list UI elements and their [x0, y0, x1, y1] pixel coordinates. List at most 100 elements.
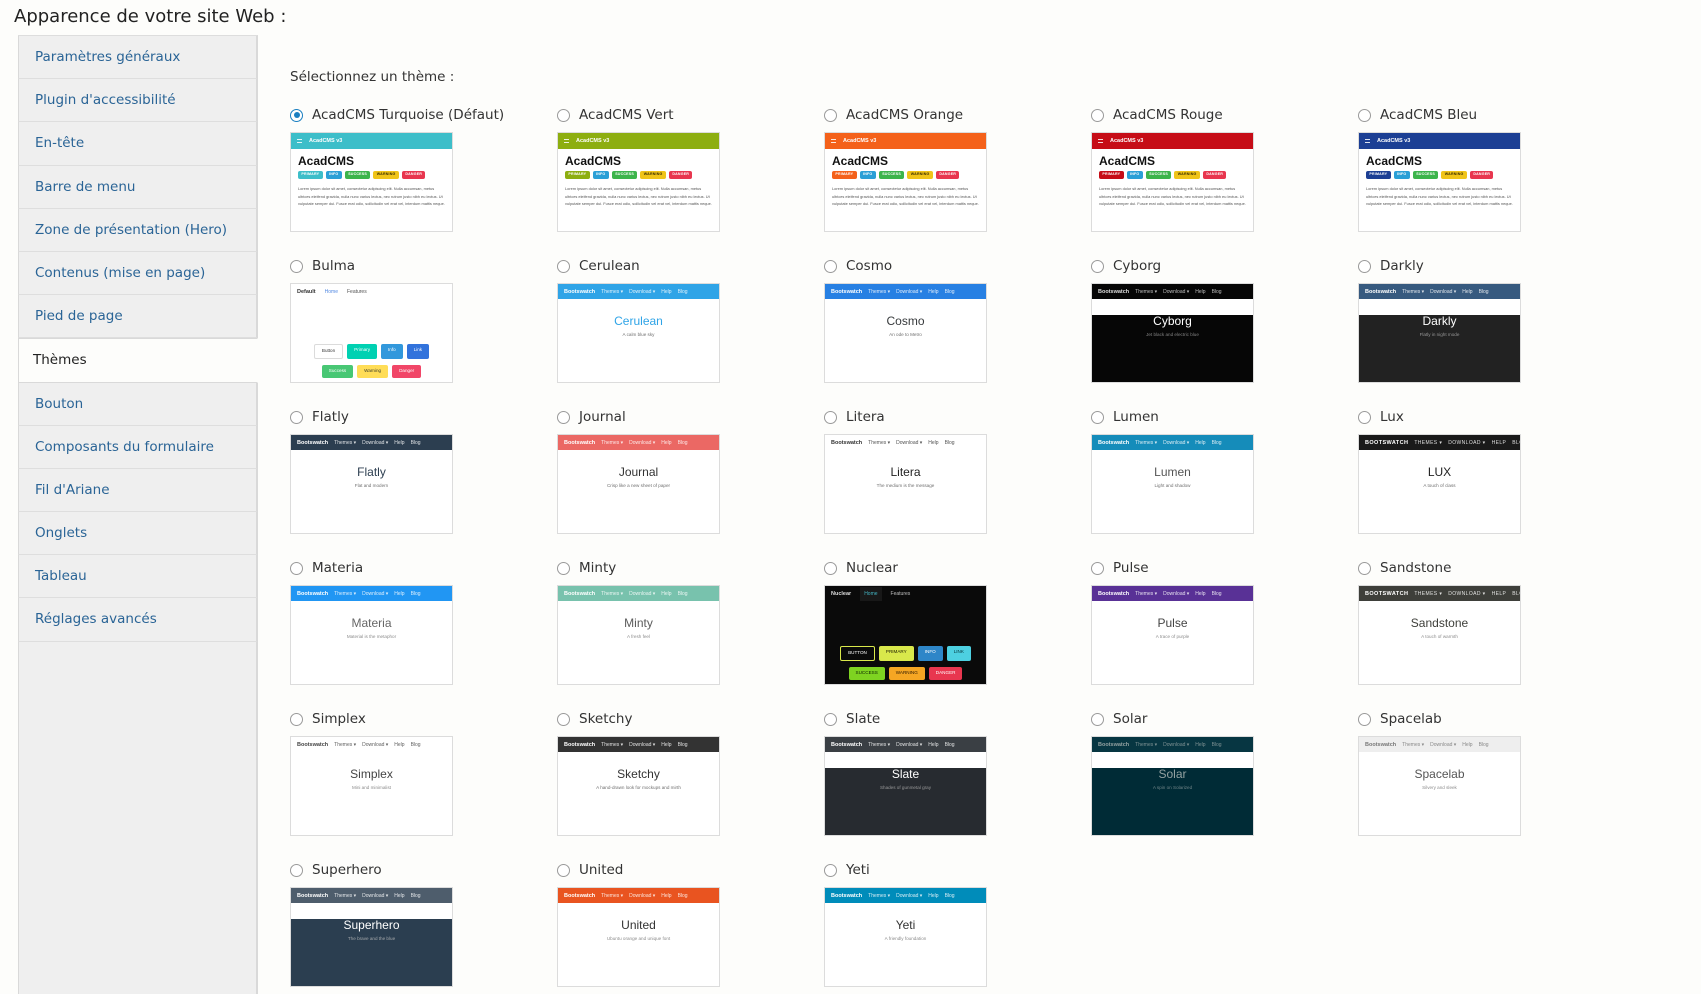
sidebar-item-en-t-te[interactable]: En-tête [18, 122, 257, 166]
theme-radio-materia[interactable] [290, 561, 303, 575]
theme-radio-nuclear[interactable] [824, 561, 837, 575]
theme-radio-flatly[interactable] [290, 410, 303, 424]
theme-radio-cerulean[interactable] [557, 259, 570, 273]
theme-radio-yeti[interactable] [824, 863, 837, 877]
theme-option-sandstone[interactable]: Sandstone BOOTSWATCH THEMES ▾ DOWNLOAD ▾ HEL… [1358, 560, 1625, 685]
theme-preview-acadcms-orange[interactable]: AcadCMS v3 AcadCMS PRIMARY INFO SUCCESS WARNI… [824, 132, 987, 232]
theme-option-cerulean[interactable]: Cerulean Bootswatch Themes ▾ Download ▾ Help… [557, 258, 824, 383]
theme-radio-pulse[interactable] [1091, 561, 1104, 575]
sidebar-item-pied-de-page[interactable]: Pied de page [18, 295, 257, 339]
theme-option-acadcms-rouge[interactable]: AcadCMS Rouge AcadCMS v3 AcadCMS PRIMARY INF… [1091, 107, 1358, 232]
theme-preview-cerulean[interactable]: Bootswatch Themes ▾ Download ▾ Help Blog Ceru… [557, 283, 720, 383]
theme-option-slate[interactable]: Slate Bootswatch Themes ▾ Download ▾ Help Blo… [824, 711, 1091, 836]
theme-preview-united[interactable]: Bootswatch Themes ▾ Download ▾ Help Blog Unit… [557, 887, 720, 987]
theme-option-simplex[interactable]: Simplex Bootswatch Themes ▾ Download ▾ Help B… [290, 711, 557, 836]
theme-preview-cyborg[interactable]: Bootswatch Themes ▾ Download ▾ Help Blog Cybo… [1091, 283, 1254, 383]
theme-option-header[interactable]: Materia [290, 560, 557, 576]
theme-option-acadcms-vert[interactable]: AcadCMS Vert AcadCMS v3 AcadCMS PRIMARY INFO… [557, 107, 824, 232]
theme-option-header[interactable]: AcadCMS Rouge [1091, 107, 1358, 123]
theme-option-minty[interactable]: Minty Bootswatch Themes ▾ Download ▾ Help Blo… [557, 560, 824, 685]
theme-option-header[interactable]: Darkly [1358, 258, 1625, 274]
theme-option-lux[interactable]: Lux BOOTSWATCH THEMES ▾ DOWNLOAD ▾ HELP BLOG L… [1358, 409, 1625, 534]
theme-option-nuclear[interactable]: Nuclear Nuclear Home Features BUTTON PRIMARY I… [824, 560, 1091, 685]
theme-option-header[interactable]: Litera [824, 409, 1091, 425]
theme-option-header[interactable]: AcadCMS Bleu [1358, 107, 1625, 123]
theme-radio-darkly[interactable] [1358, 259, 1371, 273]
theme-option-journal[interactable]: Journal Bootswatch Themes ▾ Download ▾ Help B… [557, 409, 824, 534]
theme-preview-simplex[interactable]: Bootswatch Themes ▾ Download ▾ Help Blog Simp… [290, 736, 453, 836]
theme-option-bulma[interactable]: Bulma Default Home Features Button Primary Inf… [290, 258, 557, 383]
theme-radio-acadcms-turquoise-d-faut[interactable] [290, 108, 303, 122]
theme-option-header[interactable]: Yeti [824, 862, 1091, 878]
theme-option-pulse[interactable]: Pulse Bootswatch Themes ▾ Download ▾ Help Blo… [1091, 560, 1358, 685]
theme-option-header[interactable]: Superhero [290, 862, 557, 878]
theme-preview-bulma[interactable]: Default Home Features Button Primary Info Link… [290, 283, 453, 383]
theme-option-darkly[interactable]: Darkly Bootswatch Themes ▾ Download ▾ Help Bl… [1358, 258, 1625, 383]
theme-option-header[interactable]: AcadCMS Vert [557, 107, 824, 123]
sidebar-item-th-mes[interactable]: Thèmes [18, 338, 258, 383]
sidebar-item-fil-d-ariane[interactable]: Fil d'Ariane [18, 468, 257, 513]
theme-preview-pulse[interactable]: Bootswatch Themes ▾ Download ▾ Help Blog Puls… [1091, 585, 1254, 685]
theme-option-header[interactable]: Simplex [290, 711, 557, 727]
sidebar-item-r-glages-avanc-s[interactable]: Réglages avancés [18, 598, 257, 642]
theme-option-header[interactable]: Solar [1091, 711, 1358, 727]
theme-preview-acadcms-rouge[interactable]: AcadCMS v3 AcadCMS PRIMARY INFO SUCCESS WARNI… [1091, 132, 1254, 232]
theme-option-united[interactable]: United Bootswatch Themes ▾ Download ▾ Help Bl… [557, 862, 824, 987]
theme-radio-lumen[interactable] [1091, 410, 1104, 424]
theme-preview-superhero[interactable]: Bootswatch Themes ▾ Download ▾ Help Blog Supe… [290, 887, 453, 987]
theme-option-header[interactable]: Cerulean [557, 258, 824, 274]
sidebar-item-tableau[interactable]: Tableau [18, 555, 257, 599]
theme-preview-acadcms-vert[interactable]: AcadCMS v3 AcadCMS PRIMARY INFO SUCCESS WARNI… [557, 132, 720, 232]
theme-option-cosmo[interactable]: Cosmo Bootswatch Themes ▾ Download ▾ Help Blo… [824, 258, 1091, 383]
theme-option-header[interactable]: Spacelab [1358, 711, 1625, 727]
sidebar-item-param-tres-g-n-raux[interactable]: Paramètres généraux [18, 36, 257, 80]
theme-option-header[interactable]: Journal [557, 409, 824, 425]
theme-option-sketchy[interactable]: Sketchy Bootswatch Themes ▾ Download ▾ Help B… [557, 711, 824, 836]
theme-option-acadcms-turquoise-d-faut[interactable]: AcadCMS Turquoise (Défaut) AcadCMS v3 Acad… [290, 107, 557, 232]
theme-radio-acadcms-rouge[interactable] [1091, 108, 1104, 122]
theme-radio-slate[interactable] [824, 712, 837, 726]
theme-option-header[interactable]: Sandstone [1358, 560, 1625, 576]
theme-radio-bulma[interactable] [290, 259, 303, 273]
theme-radio-acadcms-bleu[interactable] [1358, 108, 1371, 122]
sidebar-item-barre-de-menu[interactable]: Barre de menu [18, 165, 257, 209]
theme-option-acadcms-orange[interactable]: AcadCMS Orange AcadCMS v3 AcadCMS PRIMARY IN… [824, 107, 1091, 232]
theme-preview-slate[interactable]: Bootswatch Themes ▾ Download ▾ Help Blog Slat… [824, 736, 987, 836]
theme-radio-sandstone[interactable] [1358, 561, 1371, 575]
theme-option-header[interactable]: Lux [1358, 409, 1625, 425]
theme-radio-acadcms-orange[interactable] [824, 108, 837, 122]
theme-option-yeti[interactable]: Yeti Bootswatch Themes ▾ Download ▾ Help Blog… [824, 862, 1091, 987]
theme-preview-cosmo[interactable]: Bootswatch Themes ▾ Download ▾ Help Blog Cosm… [824, 283, 987, 383]
theme-option-solar[interactable]: Solar Bootswatch Themes ▾ Download ▾ Help Blo… [1091, 711, 1358, 836]
theme-option-header[interactable]: United [557, 862, 824, 878]
theme-radio-simplex[interactable] [290, 712, 303, 726]
theme-preview-solar[interactable]: Bootswatch Themes ▾ Download ▾ Help Blog Sola… [1091, 736, 1254, 836]
theme-radio-solar[interactable] [1091, 712, 1104, 726]
sidebar-item-bouton[interactable]: Bouton [18, 382, 257, 426]
theme-option-materia[interactable]: Materia Bootswatch Themes ▾ Download ▾ Help B… [290, 560, 557, 685]
theme-preview-lumen[interactable]: Bootswatch Themes ▾ Download ▾ Help Blog Lume… [1091, 434, 1254, 534]
theme-preview-acadcms-turquoise-d-faut[interactable]: AcadCMS v3 AcadCMS PRIMARY INFO SUCCESS WARNI… [290, 132, 453, 232]
sidebar-item-plugin-d-accessibilit[interactable]: Plugin d'accessibilité [18, 79, 257, 123]
theme-option-flatly[interactable]: Flatly Bootswatch Themes ▾ Download ▾ Help Bl… [290, 409, 557, 534]
theme-radio-spacelab[interactable] [1358, 712, 1371, 726]
theme-option-header[interactable]: Sketchy [557, 711, 824, 727]
theme-preview-journal[interactable]: Bootswatch Themes ▾ Download ▾ Help Blog Jour… [557, 434, 720, 534]
theme-option-lumen[interactable]: Lumen Bootswatch Themes ▾ Download ▾ Help Blo… [1091, 409, 1358, 534]
sidebar-item-composants-du-formulaire[interactable]: Composants du formulaire [18, 425, 257, 469]
theme-option-header[interactable]: Flatly [290, 409, 557, 425]
theme-preview-litera[interactable]: Bootswatch Themes ▾ Download ▾ Help Blog Lite… [824, 434, 987, 534]
theme-radio-cosmo[interactable] [824, 259, 837, 273]
theme-preview-flatly[interactable]: Bootswatch Themes ▾ Download ▾ Help Blog Flat… [290, 434, 453, 534]
theme-option-header[interactable]: AcadCMS Turquoise (Défaut) [290, 107, 557, 123]
theme-preview-nuclear[interactable]: Nuclear Home Features BUTTON PRIMARY INFO LINK… [824, 585, 987, 685]
theme-option-acadcms-bleu[interactable]: AcadCMS Bleu AcadCMS v3 AcadCMS PRIMARY INFO… [1358, 107, 1625, 232]
theme-option-header[interactable]: Slate [824, 711, 1091, 727]
theme-preview-lux[interactable]: BOOTSWATCH THEMES ▾ DOWNLOAD ▾ HELP BLOG LUX A… [1358, 434, 1521, 534]
theme-radio-superhero[interactable] [290, 863, 303, 877]
theme-option-header[interactable]: Bulma [290, 258, 557, 274]
theme-option-litera[interactable]: Litera Bootswatch Themes ▾ Download ▾ Help Bl… [824, 409, 1091, 534]
theme-option-header[interactable]: Minty [557, 560, 824, 576]
sidebar-item-contenus-mise-en-page[interactable]: Contenus (mise en page) [18, 251, 257, 296]
theme-radio-minty[interactable] [557, 561, 570, 575]
